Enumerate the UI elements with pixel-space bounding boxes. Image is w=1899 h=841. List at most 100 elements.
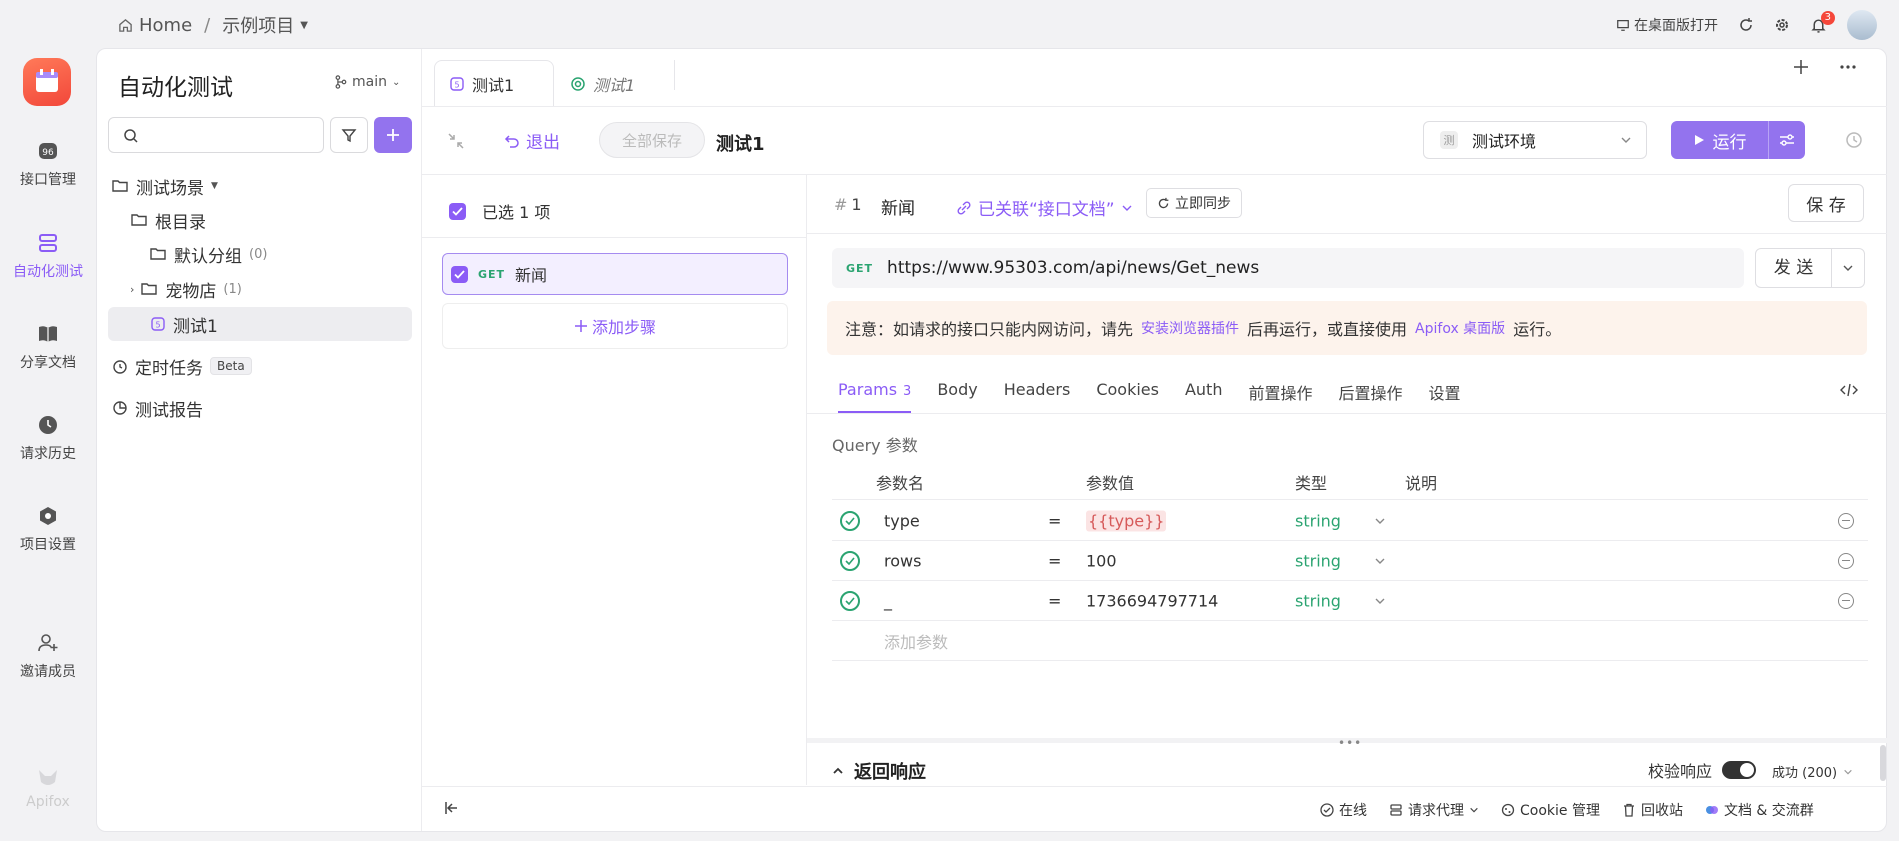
tabs-border: [422, 106, 1887, 107]
chevron-down-icon[interactable]: [1374, 515, 1386, 527]
tab-post-actions[interactable]: 后置操作: [1338, 380, 1402, 413]
collapse-left-icon[interactable]: [444, 801, 460, 815]
rail-item-project-settings[interactable]: 项目设置: [0, 505, 96, 554]
avatar[interactable]: [1847, 10, 1877, 40]
chevron-down-icon: ⌄: [391, 76, 401, 88]
col-name: 参数名: [876, 474, 925, 493]
send-options-button[interactable]: [1832, 262, 1864, 274]
linked-doc-dropdown[interactable]: 已关联“接口文档”: [956, 195, 1133, 220]
environment-select[interactable]: 测 测试环境: [1423, 121, 1647, 159]
desktop-app-link[interactable]: Apifox 桌面版: [1415, 318, 1505, 338]
tab-pre-actions[interactable]: 前置操作: [1248, 380, 1312, 413]
more-icon[interactable]: [1838, 60, 1858, 74]
caret-down-icon[interactable]: ▼: [300, 20, 308, 31]
chevron-right-icon[interactable]: ›: [130, 283, 134, 296]
tab-test1-preview[interactable]: 测试1: [570, 72, 635, 96]
tree-item-test1[interactable]: 5 测试1: [150, 310, 218, 338]
proxy-dropdown[interactable]: 请求代理: [1389, 800, 1479, 820]
param-type[interactable]: string: [1295, 511, 1341, 530]
search-input[interactable]: [108, 117, 324, 153]
docs-community[interactable]: 文档 & 交流群: [1705, 800, 1814, 820]
tab-test1-active[interactable]: 5 测试1: [434, 60, 554, 106]
param-name[interactable]: _: [884, 591, 892, 610]
step-checkbox[interactable]: [451, 265, 468, 283]
save-all-button[interactable]: 全部保存: [599, 122, 705, 158]
tab-params[interactable]: Params 3: [838, 380, 912, 413]
gear-icon[interactable]: [1774, 17, 1790, 33]
exit-button[interactable]: 退出: [504, 128, 560, 153]
tab-auth[interactable]: Auth: [1185, 380, 1223, 413]
param-value[interactable]: 100: [1086, 551, 1117, 570]
install-plugin-link[interactable]: 安装浏览器插件: [1141, 318, 1239, 338]
tree-item-label: 默认分组: [174, 246, 242, 267]
tab-settings[interactable]: 设置: [1428, 380, 1460, 413]
branch-selector[interactable]: main ⌄: [334, 74, 400, 90]
response-header[interactable]: 返回响应: [832, 758, 926, 784]
tab-cookies[interactable]: Cookies: [1096, 380, 1159, 413]
add-step-button[interactable]: 添加步骤: [442, 303, 788, 349]
beta-badge: Beta: [210, 357, 252, 375]
home-icon[interactable]: [118, 18, 133, 33]
notice-banner: 注意：如请求的接口只能内网访问，请先 安装浏览器插件 后再运行，或直接使用 Ap…: [827, 301, 1867, 355]
chevron-down-icon[interactable]: [1374, 555, 1386, 567]
param-name[interactable]: rows: [884, 551, 921, 570]
trash-bin[interactable]: 回收站: [1622, 800, 1683, 820]
tree-item-default-group[interactable]: 默认分组 (0): [150, 240, 267, 268]
code-icon[interactable]: [1840, 382, 1858, 398]
rail-item-history[interactable]: 请求历史: [0, 414, 96, 463]
breadcrumb-project[interactable]: 示例项目: [222, 12, 294, 38]
run-options-button[interactable]: [1769, 121, 1805, 159]
notice-text-3: 运行。: [1513, 320, 1562, 339]
tree-item-pet-shop[interactable]: › 宠物店 (1): [130, 275, 242, 303]
cookie-manager[interactable]: Cookie 管理: [1501, 800, 1600, 820]
enabled-check-icon[interactable]: [840, 590, 860, 611]
history-icon[interactable]: [1845, 131, 1863, 149]
new-tab-plus-icon[interactable]: [1792, 58, 1810, 76]
url-input[interactable]: GET https://www.95303.com/api/news/Get_n…: [832, 248, 1744, 288]
drag-dots-icon[interactable]: •••: [1338, 736, 1362, 750]
remove-param-icon[interactable]: [1838, 592, 1854, 609]
breadcrumb-home[interactable]: Home: [139, 15, 192, 36]
run-button[interactable]: 运行: [1671, 121, 1769, 159]
save-button[interactable]: 保 存: [1788, 184, 1864, 222]
folder-icon: [131, 212, 148, 228]
param-type[interactable]: string: [1295, 551, 1341, 570]
param-type[interactable]: string: [1295, 591, 1341, 610]
enabled-check-icon[interactable]: [840, 510, 860, 531]
open-desktop-button[interactable]: 在桌面版打开: [1616, 15, 1718, 35]
status-select[interactable]: 成功 (200): [1772, 762, 1853, 781]
collapse-icon[interactable]: [446, 131, 466, 151]
param-value[interactable]: {{type}}: [1086, 510, 1167, 531]
add-button[interactable]: [374, 117, 412, 153]
bell-icon[interactable]: 3: [1810, 10, 1835, 34]
refresh-icon[interactable]: [1738, 17, 1754, 33]
param-name[interactable]: type: [884, 511, 920, 530]
add-param-input[interactable]: 添加参数: [884, 629, 948, 653]
filter-button[interactable]: [330, 117, 368, 153]
rail-item-invite[interactable]: 邀请成员: [0, 632, 96, 681]
chevron-down-icon[interactable]: [1374, 595, 1386, 607]
online-status[interactable]: 在线: [1320, 800, 1367, 820]
remove-param-icon[interactable]: [1838, 552, 1854, 569]
rail-item-api[interactable]: 96 接口管理: [0, 140, 96, 189]
sync-now-button[interactable]: 立即同步: [1146, 188, 1242, 218]
enabled-check-icon[interactable]: [840, 550, 860, 571]
tree-item-scenarios[interactable]: 测试场景 ▼: [112, 172, 218, 200]
hash-icon: #: [834, 195, 848, 214]
param-value[interactable]: 1736694797714: [1086, 591, 1218, 610]
select-all-checkbox[interactable]: [449, 202, 466, 220]
add-user-icon: [37, 632, 59, 654]
tab-headers[interactable]: Headers: [1004, 380, 1071, 413]
rail-item-share-docs[interactable]: 分享文档: [0, 323, 96, 372]
remove-param-icon[interactable]: [1838, 512, 1854, 529]
send-button[interactable]: 发 送: [1756, 249, 1832, 287]
scrollbar[interactable]: [1880, 745, 1886, 781]
validate-toggle[interactable]: [1722, 761, 1757, 779]
rail-item-automation[interactable]: 自动化测试: [0, 232, 96, 281]
step-item[interactable]: GET 新闻: [442, 253, 788, 295]
tab-body[interactable]: Body: [937, 380, 977, 413]
tree-item-root[interactable]: 根目录: [131, 206, 206, 234]
tab-divider: [674, 60, 675, 90]
tree-item-report[interactable]: 测试报告: [112, 394, 203, 422]
tree-item-scheduled[interactable]: 定时任务 Beta: [112, 352, 252, 380]
